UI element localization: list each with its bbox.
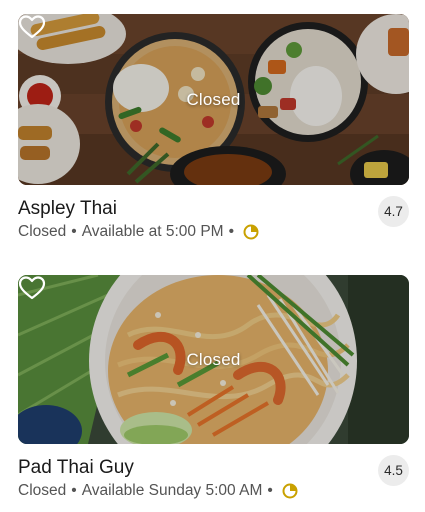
separator-dot: • bbox=[267, 482, 273, 499]
availability-line: Closed • Available at 5:00 PM • bbox=[18, 223, 259, 241]
availability-text: Available Sunday 5:00 AM bbox=[81, 482, 263, 499]
separator-dot: • bbox=[228, 223, 235, 240]
restaurant-card[interactable]: Closed Pad Thai Guy Closed • Available S… bbox=[18, 275, 409, 504]
rating-badge: 4.5 bbox=[378, 455, 409, 486]
separator-dot: • bbox=[71, 223, 77, 240]
separator-dot: • bbox=[71, 482, 77, 499]
restaurant-card[interactable]: Closed Aspley Thai Closed • Available at… bbox=[18, 14, 409, 245]
availability-line: Closed • Available Sunday 5:00 AM • bbox=[18, 482, 298, 500]
restaurant-info: Aspley Thai Closed • Available at 5:00 P… bbox=[18, 185, 409, 245]
availability-text: Available at 5:00 PM bbox=[81, 223, 224, 240]
closed-overlay-label: Closed bbox=[186, 89, 241, 109]
rating-badge: 4.7 bbox=[378, 196, 409, 227]
favorite-heart-icon[interactable] bbox=[18, 275, 46, 301]
uber-one-icon bbox=[282, 483, 298, 499]
restaurant-hero-image[interactable]: Closed bbox=[18, 275, 409, 444]
uber-one-icon bbox=[243, 224, 259, 240]
status-text: Closed bbox=[18, 482, 67, 499]
restaurant-info: Pad Thai Guy Closed • Available Sunday 5… bbox=[18, 444, 409, 504]
restaurant-name[interactable]: Pad Thai Guy bbox=[18, 457, 134, 479]
closed-overlay-label: Closed bbox=[186, 349, 241, 369]
restaurant-hero-image[interactable]: Closed bbox=[18, 14, 409, 185]
favorite-heart-icon[interactable] bbox=[18, 14, 46, 40]
restaurant-feed: Closed Aspley Thai Closed • Available at… bbox=[0, 0, 425, 512]
restaurant-name[interactable]: Aspley Thai bbox=[18, 198, 117, 220]
status-text: Closed bbox=[18, 223, 67, 240]
